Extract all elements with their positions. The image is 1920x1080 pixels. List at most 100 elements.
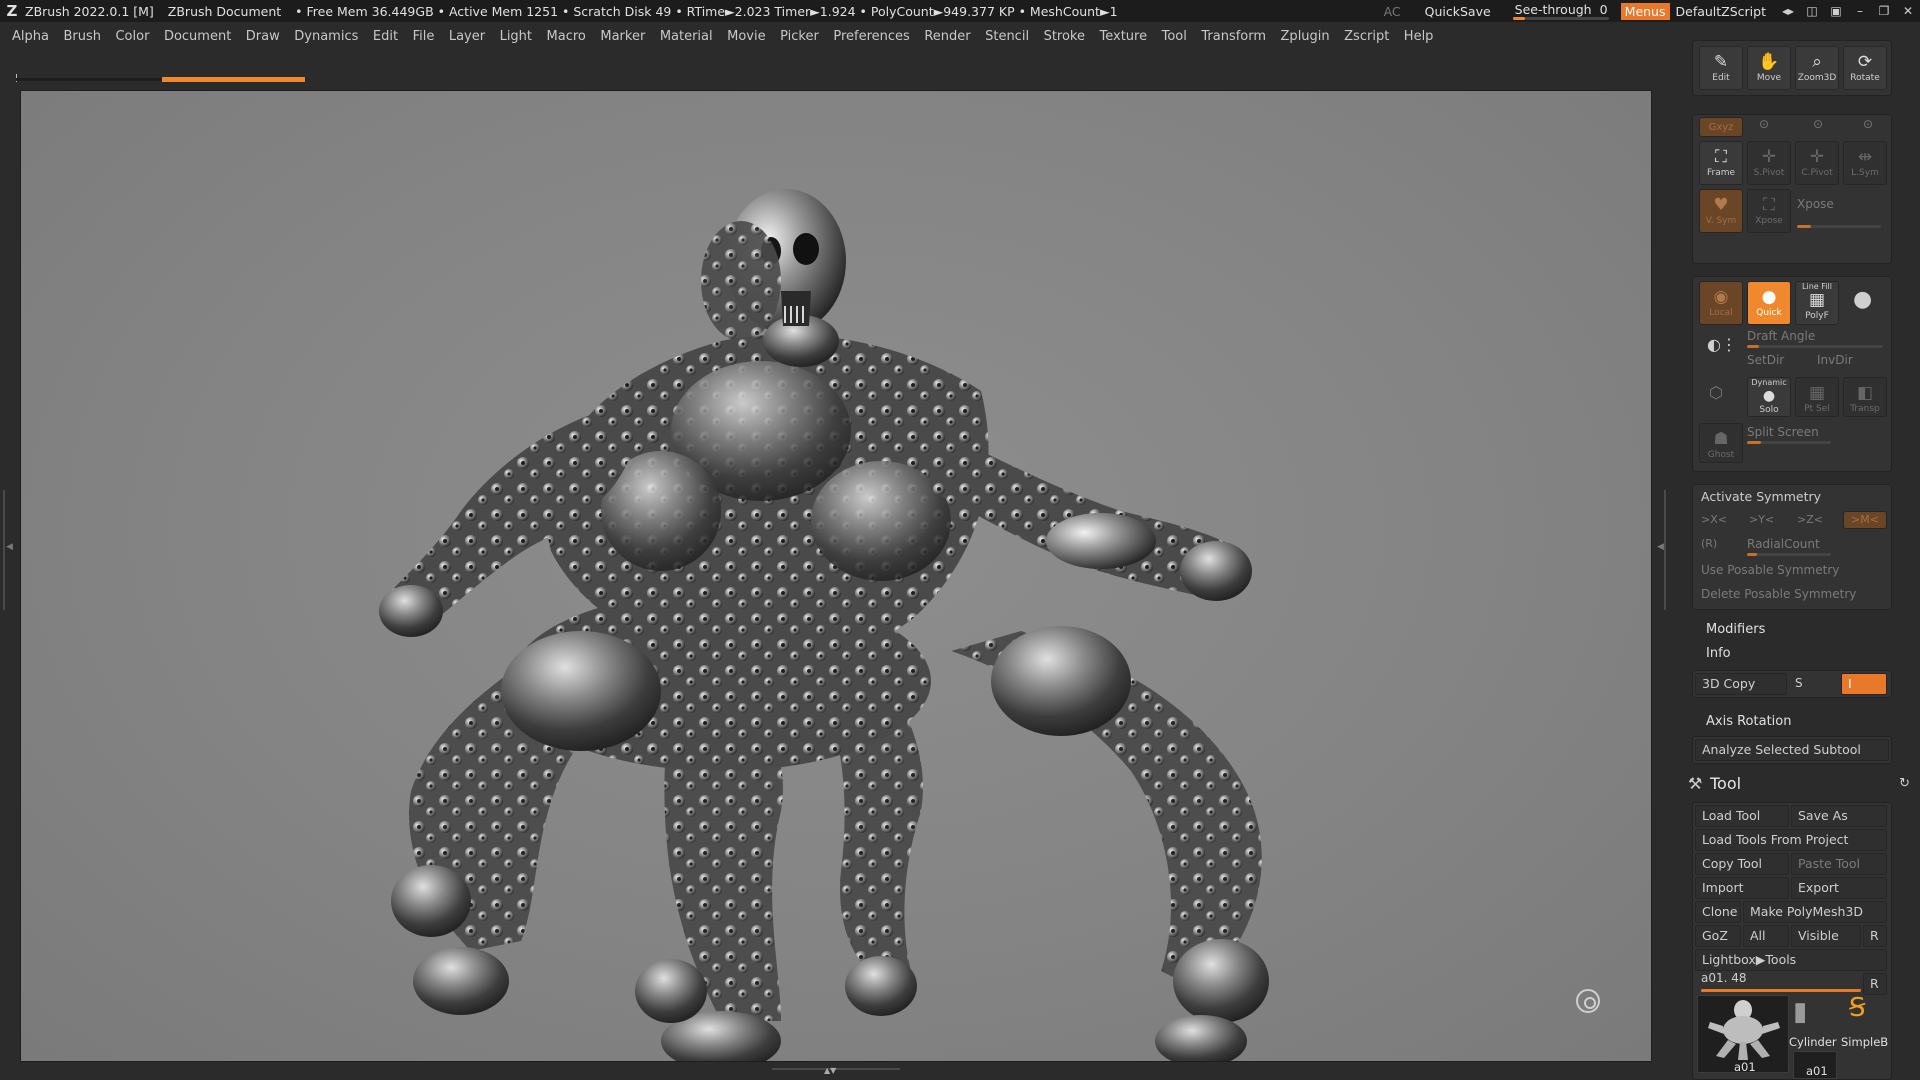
frame-button[interactable]: ⛶ Frame [1699, 141, 1743, 185]
current-tool-slider[interactable] [1701, 989, 1861, 992]
navigation-gizmo-icon[interactable] [1576, 989, 1600, 1013]
z-symmetry-button[interactable]: >Z< [1797, 513, 1823, 526]
goz-all-button[interactable]: All [1743, 925, 1789, 947]
copy3d-button[interactable]: 3D Copy [1695, 673, 1787, 695]
move-button[interactable]: ✋ Move [1747, 46, 1791, 90]
menu-movie[interactable]: Movie [727, 29, 765, 44]
analyze-subtool-button[interactable]: Analyze Selected Subtool [1695, 739, 1889, 761]
edit-button[interactable]: ✎ Edit [1699, 46, 1743, 90]
ptsel-button[interactable]: ▦ Pt Sel [1795, 377, 1839, 417]
z-axis-icon[interactable]: ⊙ [1813, 117, 1823, 131]
menu-draw[interactable]: Draw [246, 29, 280, 44]
solo-button[interactable]: Dynamic ● Solo [1747, 377, 1791, 417]
lightbox-tools-button[interactable]: Lightbox▶Tools [1695, 949, 1887, 971]
floor-axis-icon[interactable]: ⊙ [1863, 117, 1873, 131]
xpose-button[interactable]: ⛶ Xpose [1747, 189, 1791, 233]
radial-r-button[interactable]: (R) [1701, 537, 1717, 550]
menu-layer[interactable]: Layer [449, 29, 485, 44]
activate-symmetry-button[interactable]: Activate Symmetry [1695, 487, 1889, 509]
menu-material[interactable]: Material [660, 29, 713, 44]
refresh-icon[interactable]: ↻ [1899, 776, 1910, 791]
rotate-button[interactable]: ⟳ Rotate [1843, 46, 1887, 90]
menu-texture[interactable]: Texture [1100, 29, 1148, 44]
minimize-icon[interactable]: – [1848, 4, 1872, 18]
default-zscript-button[interactable]: DefaultZScript [1676, 4, 1767, 19]
split-screen-slider[interactable] [1747, 441, 1831, 444]
zoom3d-button[interactable]: ⌕ Zoom3D [1795, 46, 1839, 90]
simplebrush-thumbnail-icon[interactable]: Ꞩ [1849, 993, 1866, 1023]
x-symmetry-button[interactable]: >X< [1701, 513, 1727, 526]
load-tool-button[interactable]: Load Tool [1695, 805, 1789, 827]
menu-transform[interactable]: Transform [1201, 29, 1266, 44]
menu-zplugin[interactable]: Zplugin [1281, 29, 1330, 44]
menu-stroke[interactable]: Stroke [1044, 29, 1085, 44]
menu-alpha[interactable]: Alpha [12, 29, 49, 44]
polyf-button[interactable]: Line Fill ▦ PolyF [1795, 281, 1839, 325]
menu-brush[interactable]: Brush [63, 29, 101, 44]
xpose-slider[interactable] [1797, 225, 1881, 228]
use-posable-symmetry-button[interactable]: Use Posable Symmetry [1701, 563, 1839, 577]
cube-icon[interactable]: ⬡ [1709, 383, 1723, 402]
right-tray-toggle[interactable] [1657, 490, 1666, 610]
draft-angle-slider[interactable] [1747, 345, 1883, 348]
menu-render[interactable]: Render [924, 29, 970, 44]
info-section[interactable]: Info [1706, 646, 1731, 661]
radial-count-slider[interactable] [1747, 553, 1831, 556]
clone-button[interactable]: Clone [1695, 901, 1741, 923]
spivot-button[interactable]: ✛ S.Pivot [1747, 141, 1791, 185]
menu-edit[interactable]: Edit [373, 29, 398, 44]
y-symmetry-button[interactable]: >Y< [1749, 513, 1774, 526]
m-symmetry-button[interactable]: >M< [1843, 511, 1887, 529]
quicksave-button[interactable]: QuickSave [1425, 4, 1491, 19]
goz-r-button[interactable]: R [1863, 925, 1887, 947]
menu-file[interactable]: File [413, 29, 435, 44]
make-polymesh3d-button[interactable]: Make PolyMesh3D [1743, 901, 1887, 923]
axis-rotation-section[interactable]: Axis Rotation [1706, 714, 1791, 729]
cpivot-button[interactable]: ✛ C.Pivot [1795, 141, 1839, 185]
close-icon[interactable]: ✕ [1896, 4, 1920, 18]
export-button[interactable]: Export [1791, 877, 1887, 899]
lsym-button[interactable]: ⇹ L.Sym [1843, 141, 1887, 185]
goz-visible-button[interactable]: Visible [1791, 925, 1861, 947]
menu-zscript[interactable]: Zscript [1344, 29, 1389, 44]
paste-tool-button[interactable]: Paste Tool [1791, 853, 1887, 875]
menu-stencil[interactable]: Stencil [985, 29, 1029, 44]
quick-button[interactable]: ● Quick [1747, 281, 1791, 325]
vsym-button[interactable]: ♥ V. Sym [1699, 189, 1743, 233]
active-document-tab[interactable] [162, 77, 305, 82]
document-canvas[interactable] [20, 90, 1652, 1062]
menu-help[interactable]: Help [1404, 29, 1434, 44]
collapse-trays-icon[interactable]: ◂▸ [1776, 4, 1800, 18]
setdir-button[interactable]: SetDir [1747, 353, 1784, 367]
menu-tool[interactable]: Tool [1162, 29, 1187, 44]
menu-document[interactable]: Document [164, 29, 231, 44]
restore-icon[interactable]: ❐ [1872, 4, 1896, 18]
tool-palette-header[interactable]: ⚒ Tool ↻ [1686, 772, 1916, 798]
subtool-thumbnail-a01[interactable]: a01 [1793, 1051, 1837, 1079]
copy-tool-button[interactable]: Copy Tool [1695, 853, 1789, 875]
current-tool-r-button[interactable]: R [1863, 973, 1887, 995]
save-as-button[interactable]: Save As [1791, 805, 1887, 827]
document-tab-strip[interactable] [14, 74, 1654, 84]
menus-button[interactable]: Menus [1620, 2, 1670, 20]
ghost-button[interactable]: ☗ Ghost [1699, 423, 1743, 463]
bottom-tray-toggle[interactable] [772, 1066, 900, 1076]
see-through-slider[interactable]: See-through 0 [1507, 1, 1611, 21]
cylinder-thumbnail-icon[interactable]: ▮ [1793, 997, 1807, 1027]
menu-marker[interactable]: Marker [600, 29, 645, 44]
transp-button[interactable]: ◧ Transp [1843, 377, 1887, 417]
menu-dynamics[interactable]: Dynamics [294, 29, 358, 44]
contrast-toggle-icon[interactable]: ◐⋮ [1707, 335, 1737, 354]
menu-preferences[interactable]: Preferences [833, 29, 909, 44]
import-button[interactable]: Import [1695, 877, 1789, 899]
invdir-button[interactable]: InvDir [1817, 353, 1853, 367]
tool-thumbnail-a01[interactable]: a01 [1697, 995, 1789, 1074]
left-tray-toggle[interactable] [3, 490, 13, 610]
delete-posable-symmetry-button[interactable]: Delete Posable Symmetry [1701, 587, 1856, 601]
menu-picker[interactable]: Picker [780, 29, 819, 44]
copy3d-field[interactable]: I [1841, 673, 1887, 695]
load-tools-from-project-button[interactable]: Load Tools From Project [1695, 829, 1887, 851]
menu-light[interactable]: Light [500, 29, 532, 44]
y-axis-icon[interactable]: ⊙ [1759, 117, 1769, 131]
local-button[interactable]: ◉ Local [1699, 281, 1743, 325]
